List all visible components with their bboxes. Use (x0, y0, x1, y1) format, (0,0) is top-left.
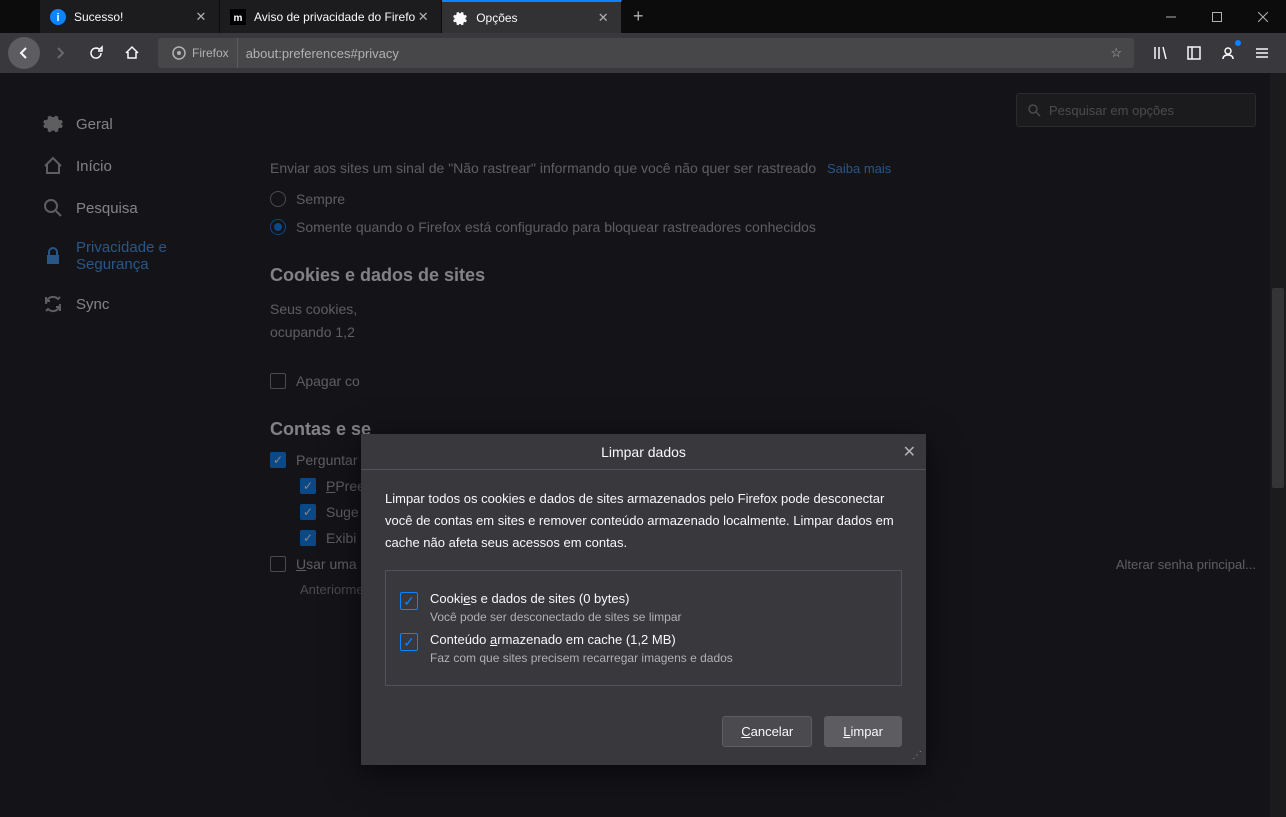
tab-sucesso[interactable]: i Sucesso! ✕ (40, 0, 220, 33)
close-icon[interactable]: ✕ (903, 442, 916, 462)
clear-button[interactable]: Limpar (824, 716, 902, 747)
sidebar-button[interactable] (1178, 37, 1210, 69)
svg-text:m: m (234, 13, 243, 24)
identity-box[interactable]: Firefox (164, 38, 238, 68)
opt-cache-title: Conteúdo armazenado em cache (1,2 MB) (430, 632, 733, 647)
tab-title: Opções (476, 11, 595, 25)
checkbox-cache[interactable]: ✓ (400, 633, 418, 651)
url-text: about:preferences#privacy (238, 46, 1105, 61)
close-icon[interactable]: ✕ (595, 10, 611, 26)
svg-text:i: i (56, 12, 59, 24)
firefox-icon (172, 46, 186, 60)
home-button[interactable] (116, 37, 148, 69)
info-icon: i (50, 9, 66, 25)
tab-opcoes[interactable]: Opções ✕ (442, 0, 622, 33)
opt-cookies-sub: Você pode ser desconectado de sites se l… (430, 610, 681, 624)
maximize-button[interactable] (1194, 0, 1240, 33)
menu-button[interactable] (1246, 37, 1278, 69)
minimize-button[interactable] (1148, 0, 1194, 33)
new-tab-button[interactable]: + (622, 0, 654, 33)
back-button[interactable] (8, 37, 40, 69)
dialog-title: Limpar dados (601, 444, 686, 460)
reload-button[interactable] (80, 37, 112, 69)
opt-cache-sub: Faz com que sites precisem recarregar im… (430, 651, 733, 665)
library-button[interactable] (1144, 37, 1176, 69)
close-icon[interactable]: ✕ (415, 9, 431, 25)
close-icon[interactable]: ✕ (193, 9, 209, 25)
tab-title: Aviso de privacidade do Firefo (254, 10, 415, 24)
tab-aviso[interactable]: m Aviso de privacidade do Firefo ✕ (220, 0, 442, 33)
opt-cookies-title: Cookies e dados de sites (0 bytes) (430, 591, 681, 606)
close-window-button[interactable] (1240, 0, 1286, 33)
resize-handle[interactable]: ⋰ (912, 750, 922, 761)
forward-button[interactable] (44, 37, 76, 69)
dialog-body-text: Limpar todos os cookies e dados de sites… (385, 488, 902, 554)
url-bar[interactable]: Firefox about:preferences#privacy ☆ (158, 38, 1134, 68)
account-button[interactable] (1212, 37, 1244, 69)
tab-title: Sucesso! (74, 10, 193, 24)
clear-data-dialog: Limpar dados ✕ Limpar todos os cookies e… (361, 434, 926, 765)
gear-icon (452, 10, 468, 26)
mozilla-icon: m (230, 9, 246, 25)
cancel-button[interactable]: Cancelar (722, 716, 812, 747)
bookmark-star-icon[interactable]: ☆ (1104, 45, 1128, 61)
checkbox-cookies[interactable]: ✓ (400, 592, 418, 610)
